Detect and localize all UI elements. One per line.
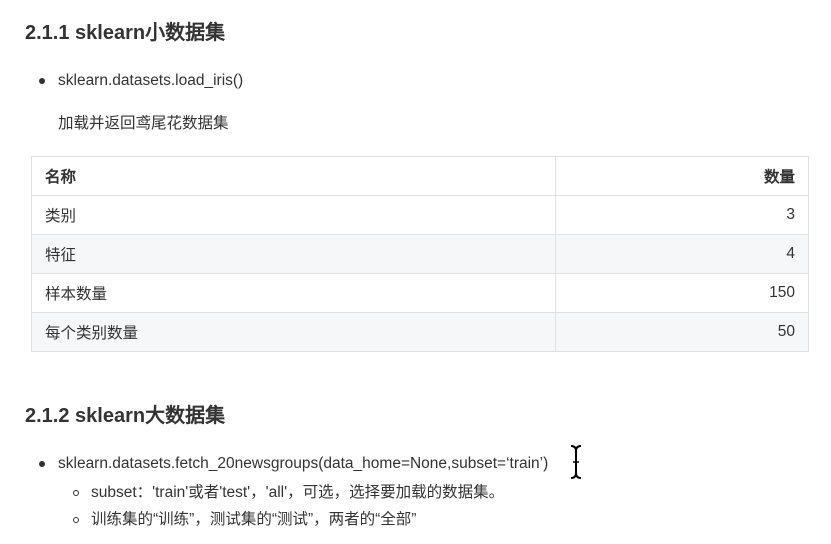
- bullet-dot: [39, 461, 45, 467]
- fetch-20newsgroups-bullet: sklearn.datasets.fetch_20newsgroups(data…: [58, 455, 549, 472]
- text-cursor-icon: [570, 445, 582, 479]
- table-header-count: 数量: [555, 156, 809, 196]
- subset-description: subset：'train'或者'test'，'all'，可选，选择要加载的数据…: [91, 484, 505, 501]
- document-content: 2.1.1 sklearn小数据集 sklearn.datasets.load_…: [0, 0, 831, 544]
- section-heading-small-datasets: 2.1.1 sklearn小数据集: [25, 22, 226, 44]
- table-cell-name: 特征: [31, 234, 556, 274]
- subset-translation: 训练集的“训练”，测试集的“测试”，两者的“全部”: [91, 511, 417, 528]
- load-iris-bullet: sklearn.datasets.load_iris(): [58, 72, 244, 89]
- table-row: 样本数量 150: [31, 273, 809, 313]
- iris-description: 加载并返回鸢尾花数据集: [58, 115, 229, 132]
- table-header-row: 名称 数量: [31, 156, 809, 196]
- bullet-dot: [39, 78, 45, 84]
- iris-info-table: 名称 数量 类别 3 特征 4 样本数量 150 每个类别数量 50: [31, 156, 809, 352]
- table-cell-value: 4: [555, 234, 809, 274]
- section-heading-large-datasets: 2.1.2 sklearn大数据集: [25, 405, 226, 427]
- sub-bullet-circle: [73, 490, 79, 496]
- table-cell-value: 150: [555, 273, 809, 313]
- table-cell-value: 50: [555, 312, 809, 352]
- table-cell-value: 3: [555, 195, 809, 235]
- sub-bullet-circle: [73, 517, 79, 523]
- table-row: 类别 3: [31, 195, 809, 235]
- table-cell-name: 类别: [31, 195, 556, 235]
- table-row: 每个类别数量 50: [31, 312, 809, 352]
- table-header-name: 名称: [31, 156, 556, 196]
- table-cell-name: 每个类别数量: [31, 312, 556, 352]
- table-row: 特征 4: [31, 234, 809, 274]
- table-cell-name: 样本数量: [31, 273, 556, 313]
